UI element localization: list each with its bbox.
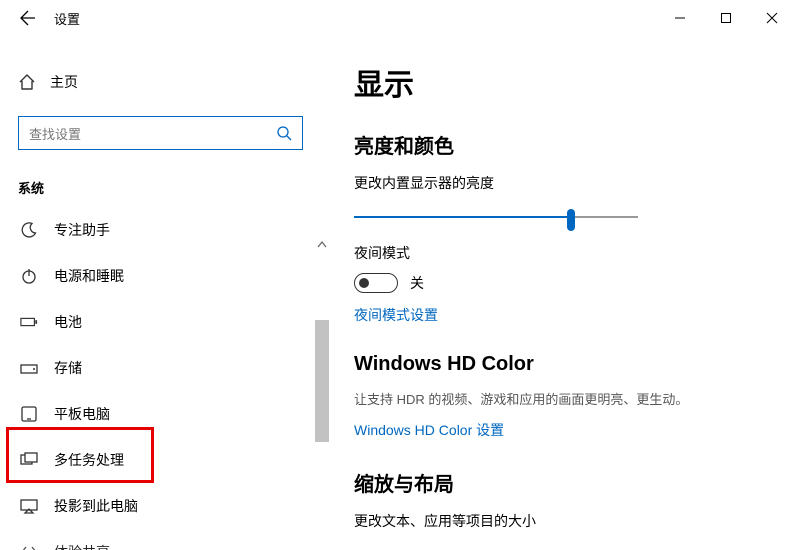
- hdr-settings-link[interactable]: Windows HD Color 设置: [354, 420, 775, 440]
- scroll-thumb[interactable]: [315, 320, 329, 442]
- sidebar-item-label: 电源和睡眠: [54, 266, 124, 286]
- project-icon: [20, 497, 38, 515]
- toggle-state-label: 关: [410, 273, 424, 293]
- sidebar-item-label: 电池: [54, 312, 82, 332]
- minimize-button[interactable]: [657, 0, 703, 36]
- search-icon: [276, 125, 292, 141]
- window-title: 设置: [54, 9, 80, 28]
- search-placeholder: 查找设置: [29, 124, 81, 143]
- maximize-button[interactable]: [703, 0, 749, 36]
- main-content: 显示 亮度和颜色 更改内置显示器的亮度 夜间模式 关 夜间模式设置 Window…: [330, 36, 795, 550]
- sidebar-section-header: 系统: [18, 178, 330, 197]
- sidebar-item-label: 多任务处理: [54, 450, 124, 470]
- night-light-label: 夜间模式: [354, 243, 775, 263]
- night-light-settings-link[interactable]: 夜间模式设置: [354, 305, 775, 325]
- search-input[interactable]: 查找设置: [18, 116, 303, 150]
- storage-icon: [20, 359, 38, 377]
- scroll-up-arrow[interactable]: [314, 236, 330, 252]
- hdr-header: Windows HD Color: [354, 353, 775, 376]
- tablet-icon: [20, 405, 38, 423]
- sidebar-scrollbar[interactable]: [314, 236, 330, 550]
- moon-icon: [20, 221, 38, 239]
- sidebar-item-battery[interactable]: 电池: [18, 299, 303, 345]
- scale-label: 更改文本、应用等项目的大小: [354, 511, 775, 531]
- back-button[interactable]: [20, 10, 36, 26]
- sidebar-item-focus-assist[interactable]: 专注助手: [18, 207, 303, 253]
- sidebar-item-tablet[interactable]: 平板电脑: [18, 391, 303, 437]
- power-icon: [20, 267, 38, 285]
- brightness-color-header: 亮度和颜色: [354, 130, 775, 159]
- close-button[interactable]: [749, 0, 795, 36]
- sidebar-item-label: 体验共享: [54, 542, 110, 550]
- window-caption-buttons: [657, 0, 795, 36]
- sidebar: 主页 查找设置 系统 专注助手 电源和睡眠 电池 存储: [0, 36, 330, 550]
- sidebar-item-label: 存储: [54, 358, 82, 378]
- home-nav[interactable]: 主页: [18, 62, 330, 102]
- shared-icon: [20, 543, 38, 550]
- brightness-slider-label: 更改内置显示器的亮度: [354, 173, 775, 193]
- title-bar: 设置: [0, 0, 795, 36]
- page-title: 显示: [354, 60, 775, 104]
- sidebar-item-multitasking[interactable]: 多任务处理: [18, 437, 303, 483]
- home-icon: [18, 73, 36, 91]
- sidebar-item-projecting[interactable]: 投影到此电脑: [18, 483, 303, 529]
- sidebar-item-label: 专注助手: [54, 220, 110, 240]
- night-light-toggle[interactable]: [354, 273, 398, 293]
- scale-layout-header: 缩放与布局: [354, 468, 775, 497]
- sidebar-item-power-sleep[interactable]: 电源和睡眠: [18, 253, 303, 299]
- sidebar-item-label: 投影到此电脑: [54, 496, 138, 516]
- brightness-slider[interactable]: [354, 203, 638, 231]
- multitask-icon: [20, 451, 38, 469]
- battery-icon: [20, 313, 38, 331]
- sidebar-item-shared-experiences[interactable]: 体验共享: [18, 529, 303, 550]
- sidebar-item-label: 平板电脑: [54, 404, 110, 424]
- hdr-description: 让支持 HDR 的视频、游戏和应用的画面更明亮、更生动。: [354, 390, 775, 410]
- slider-thumb[interactable]: [567, 209, 575, 231]
- home-label: 主页: [50, 72, 78, 92]
- sidebar-item-storage[interactable]: 存储: [18, 345, 303, 391]
